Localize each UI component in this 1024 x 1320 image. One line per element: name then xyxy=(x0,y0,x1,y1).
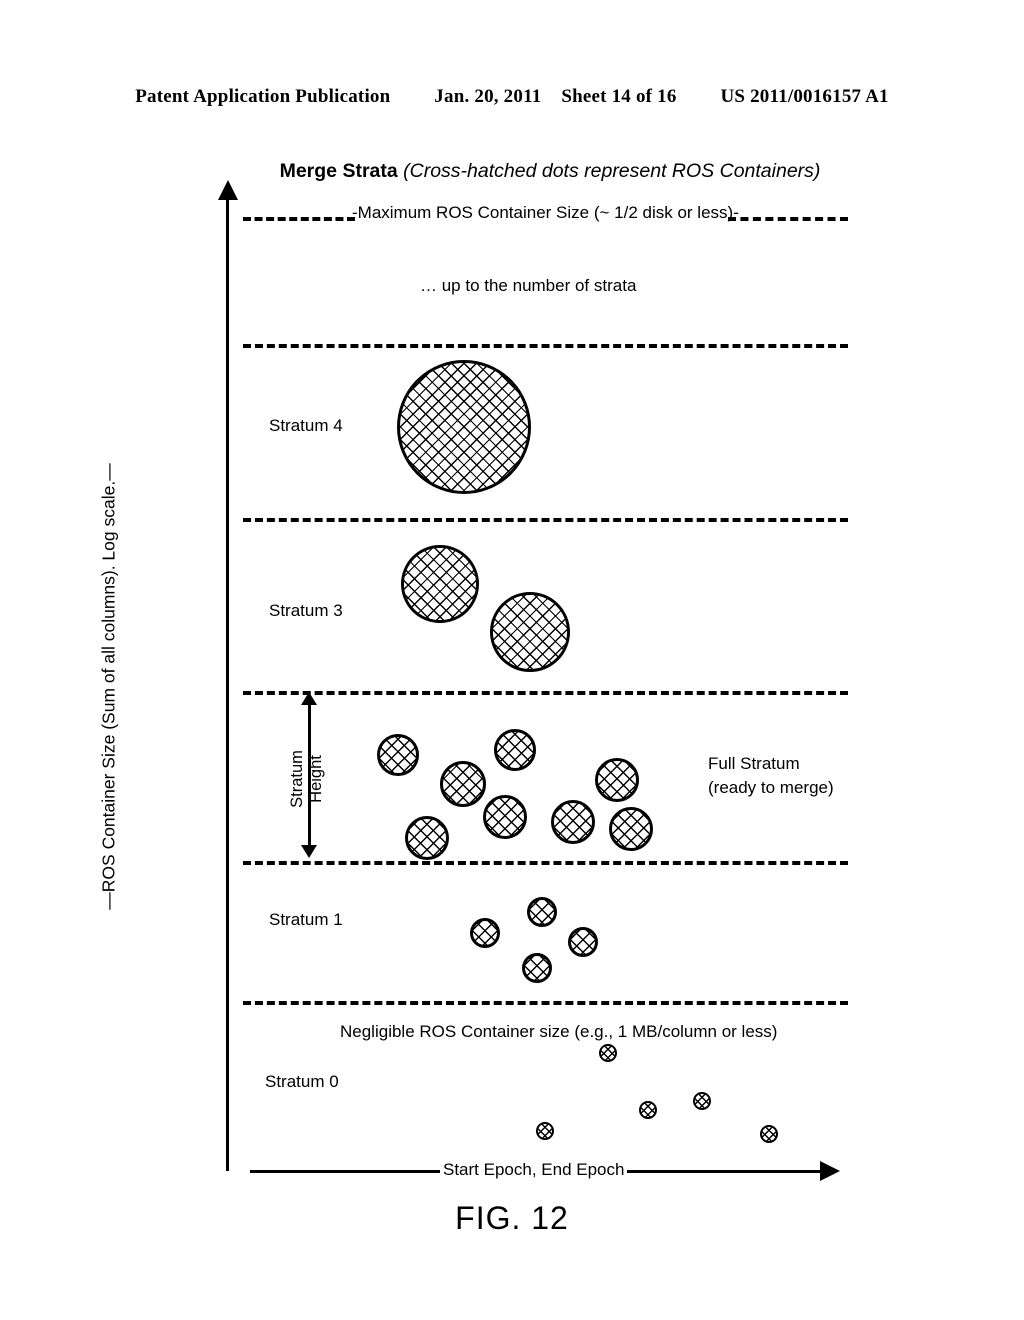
stratum-0-label: Stratum 0 xyxy=(265,1072,339,1091)
ros-container-dot xyxy=(494,729,536,771)
chart-title-main: Merge Strata xyxy=(279,160,398,182)
full-stratum-line-1: Full Stratum xyxy=(708,754,800,773)
y-axis-label: —ROS Container Size (Sum of all columns)… xyxy=(98,463,119,910)
stratum-4-bottom-boundary xyxy=(243,518,848,522)
stratum-3-bottom-boundary xyxy=(243,691,848,695)
x-axis-label: Start Epoch, End Epoch xyxy=(440,1160,628,1180)
stratum-height-measure: Stratum Height xyxy=(288,692,330,858)
ros-container-dot xyxy=(609,807,653,851)
ros-container-dot xyxy=(483,795,527,839)
stratum-height-label: Stratum Height xyxy=(288,750,325,808)
y-axis-line xyxy=(226,196,229,1171)
ros-container-dot xyxy=(760,1125,778,1143)
stratum-2-bottom-boundary xyxy=(243,861,848,865)
ros-container-dot xyxy=(522,953,552,983)
ros-container-dot xyxy=(397,360,531,494)
y-axis-arrow-icon xyxy=(218,180,238,200)
max-size-dashed-line-left xyxy=(243,217,355,221)
stratum-1-bottom-boundary xyxy=(243,1001,848,1005)
ros-container-dot xyxy=(377,734,419,776)
chart-title: Merge Strata (Cross-hatched dots represe… xyxy=(230,160,870,183)
up-to-number-of-strata-note: … up to the number of strata xyxy=(420,276,637,295)
ros-container-dot xyxy=(401,545,479,623)
ros-container-dot xyxy=(568,927,598,957)
ros-container-dot xyxy=(536,1122,554,1140)
stratum-1-label: Stratum 1 xyxy=(269,910,343,929)
stratum-4-label: Stratum 4 xyxy=(269,416,343,435)
full-stratum-callout: Full Stratum (ready to merge) xyxy=(708,752,834,800)
figure-caption: FIG. 12 xyxy=(455,1200,569,1236)
ros-container-dot xyxy=(693,1092,711,1110)
stratum-3-label: Stratum 3 xyxy=(269,601,343,620)
ros-container-dot xyxy=(639,1101,657,1119)
full-stratum-line-2: (ready to merge) xyxy=(708,777,834,797)
negligible-size-note: Negligible ROS Container size (e.g., 1 M… xyxy=(340,1022,778,1041)
max-size-dashed-line-right xyxy=(728,217,848,221)
figure-12-merge-strata: Merge Strata (Cross-hatched dots represe… xyxy=(0,0,1024,1320)
ros-container-dot xyxy=(595,758,639,802)
ros-container-dot xyxy=(527,897,557,927)
ros-container-dot xyxy=(440,761,486,807)
max-ros-container-size-label: -Maximum ROS Container Size (~ 1/2 disk … xyxy=(352,203,739,222)
ros-container-dot xyxy=(599,1044,617,1062)
ros-container-dot xyxy=(490,592,570,672)
ros-container-dot xyxy=(470,918,500,948)
chart-title-subtitle: (Cross-hatched dots represent ROS Contai… xyxy=(403,160,821,182)
ros-container-dot xyxy=(405,816,449,860)
stratum-boundary-upper xyxy=(243,344,848,348)
ros-container-dot xyxy=(551,800,595,844)
x-axis-arrow-icon xyxy=(820,1161,840,1181)
